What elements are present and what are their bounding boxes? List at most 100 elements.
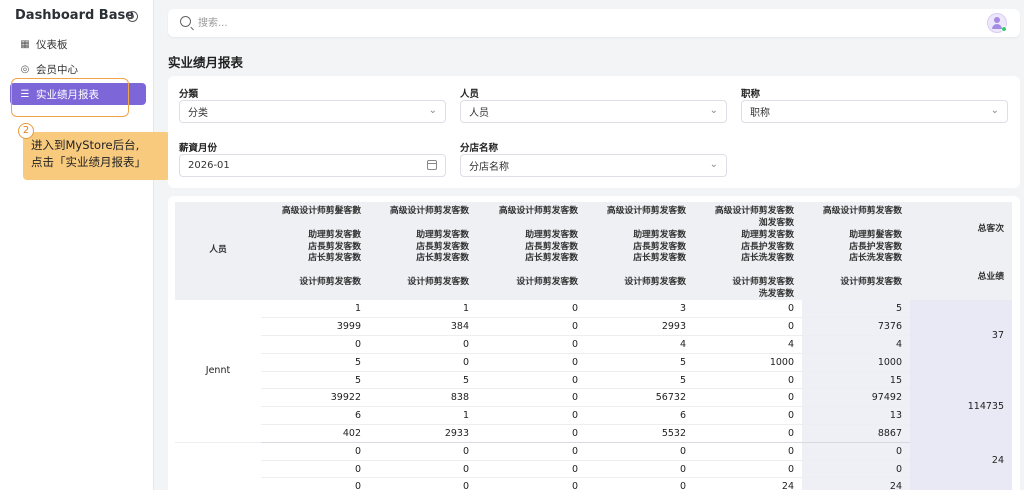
table-cell: 0	[477, 371, 586, 390]
header-group-3: 设计师剪发客数	[516, 277, 578, 289]
sidebar-item-label: 会员中心	[36, 63, 78, 76]
table-cell: 0	[694, 388, 802, 408]
table-cell: 0	[694, 460, 802, 479]
branch-value: 分店名称	[469, 162, 509, 173]
header-line: 店長护发客数	[741, 241, 794, 252]
header-group-2: 助理剪发客數 店長剪发客数 店长剪发客数	[308, 230, 361, 265]
top-bar	[168, 9, 1020, 37]
total-performance-cell: 114735	[910, 371, 1012, 443]
table-cell: 0	[477, 442, 586, 461]
header-line: 设计师剪发客数	[516, 277, 578, 287]
table-cell: 0	[369, 442, 477, 461]
search-input[interactable]	[198, 14, 958, 32]
avatar[interactable]	[987, 13, 1007, 33]
table-cell: 2993	[586, 317, 694, 337]
table-cell: 0	[477, 317, 586, 337]
month-value: 2026-01	[188, 160, 230, 171]
header-line: 店長剪发客数	[525, 241, 578, 252]
branch-label: 分店名称	[460, 143, 499, 154]
table-cell: 0	[369, 460, 477, 479]
header-group-2: 助理剪发客数 店長剪发客数 店长剪发客数	[416, 230, 469, 265]
table-cell: 0	[477, 353, 586, 372]
table-cell: 6	[586, 406, 694, 426]
collapse-toggle-icon[interactable]	[127, 11, 138, 22]
highlight-box	[11, 78, 129, 117]
table-row: 39922 838 0 56732 0 97492	[175, 388, 1012, 408]
table-row: 5 0 0 5 1000 1000	[175, 353, 1012, 372]
header-line: 设计师剪发客数	[407, 277, 469, 287]
table-cell: 5	[802, 300, 910, 319]
chevron-down-icon: ⌄	[709, 105, 718, 116]
total-count-header: 总客次	[977, 224, 1004, 234]
table-cell: 1	[369, 406, 477, 426]
title-label: 职称	[741, 89, 761, 100]
header-group-3: 设计师剪发客数	[840, 277, 902, 289]
table-cell: 0	[477, 424, 586, 443]
table-cell: 0	[477, 388, 586, 408]
table-cell: 0	[369, 353, 477, 372]
table-row: 000444	[175, 335, 1012, 354]
total-count-cell: 37	[910, 300, 1012, 372]
header-group-1: 高级设计师剪发客数	[823, 206, 902, 218]
total-performance-cell	[910, 477, 1012, 490]
header-line: 助理剪发客数	[741, 230, 794, 240]
staff-select[interactable]: 人员 ⌄	[460, 100, 727, 123]
person-cell: Jennt	[175, 300, 261, 443]
column-header: 高级设计师剪髮客數助理剪发客數 店長剪发客数 店长剪发客数设计师剪发客数	[261, 202, 369, 300]
header-line: 高级设计师剪发客数	[822, 206, 902, 216]
header-group-3: 设计师剪发客数	[624, 277, 686, 289]
header-line: 设计师剪发客数	[299, 277, 361, 287]
table-cell: 8867	[802, 424, 910, 443]
header-group-2: 助理剪发客数 店長剪发客数 店长剪发客数	[633, 230, 686, 265]
header-group-1: 高级设计师剪髮客數	[282, 206, 361, 218]
column-header: 高级设计师剪发客数助理剪发客数 店長剪发客数 店长剪发客数设计师剪发客数	[369, 202, 477, 300]
header-line: 店長护发客数	[849, 241, 902, 252]
table-cell: 0	[586, 442, 694, 461]
person-cell	[175, 442, 261, 490]
table-cell: 24	[802, 477, 910, 490]
table-cell: 5	[586, 371, 694, 390]
report-table: 人员 高级设计师剪髮客數 助理剪发客數 店長剪发客数 店长剪发客数 设计师剪发客数 高级…	[175, 202, 1012, 490]
category-select[interactable]: 分类 ⌄	[179, 100, 446, 123]
table-cell: 3	[586, 300, 694, 319]
header-group-3: 设计师剪发客数	[299, 277, 361, 289]
header-line: 店长剪发客数	[633, 253, 686, 263]
header-line: 高级设计师剪发客数	[498, 206, 578, 216]
title-select[interactable]: 职称 ⌄	[741, 100, 1008, 123]
sidebar: Dashboard Base ▦ 仪表板 ◎ 会员中心 ☰ 实业绩月报表	[0, 0, 154, 490]
table-cell: 0	[369, 335, 477, 354]
header-line: 高级设计师剪发客数	[389, 206, 469, 216]
header-line: 店长剪发客数	[308, 253, 361, 263]
table-cell: 5	[261, 353, 369, 372]
table-cell: 7376	[802, 317, 910, 337]
total-performance-header: 总业绩	[977, 272, 1004, 282]
table-cell: 0	[586, 460, 694, 479]
sidebar-item-dashboard[interactable]: ▦ 仪表板	[10, 33, 146, 55]
header-line: 助理剪发客数	[525, 230, 578, 240]
header-group-1: 高级设计师剪发客数 洳发客数	[715, 206, 794, 229]
header-line: 店长剪发客数	[525, 253, 578, 263]
table-cell: 0	[477, 477, 586, 490]
header-line: 店長剪发客数	[308, 241, 361, 252]
table-row: 0 0 0 0 24 24	[175, 477, 1012, 490]
sidebar-item-members[interactable]: ◎ 会员中心	[10, 58, 146, 80]
table-row: 402 2933 0 5532 0 8867	[175, 424, 1012, 443]
table-cell: 0	[802, 460, 910, 479]
header-line: 店长洗发客数	[741, 253, 794, 263]
table-cell: 0	[261, 477, 369, 490]
table-row: 0 0 0 0 0 0 24	[175, 442, 1012, 490]
table-cell: 0	[694, 424, 802, 443]
column-header: 高级设计师剪发客数 助理剪髮客数 店長护发客数 店长洗发客数 设计师剪发客数	[802, 202, 910, 300]
table-header-row: 人员 高级设计师剪髮客數 助理剪发客數 店長剪发客数 店长剪发客数 设计师剪发客数 高级…	[175, 202, 1012, 300]
table-cell: 13	[802, 406, 910, 426]
table-cell: 4	[694, 335, 802, 354]
total-column-header: 总客次 总业绩	[910, 202, 1012, 300]
month-picker[interactable]: 2026-01	[179, 154, 446, 177]
header-group-1: 高级设计师剪发客数	[390, 206, 469, 218]
table-cell: 5	[586, 353, 694, 372]
header-group-3: 设计师剪发客数 洗发客数	[732, 277, 794, 300]
filter-panel: 分類 分类 ⌄ 人员 人员 ⌄ 职称 职称 ⌄ 薪資月份 2026-01 分店名…	[168, 76, 1020, 188]
branch-select[interactable]: 分店名称 ⌄	[460, 154, 727, 177]
chevron-down-icon: ⌄	[990, 105, 999, 116]
app-title: Dashboard Base	[15, 8, 135, 23]
